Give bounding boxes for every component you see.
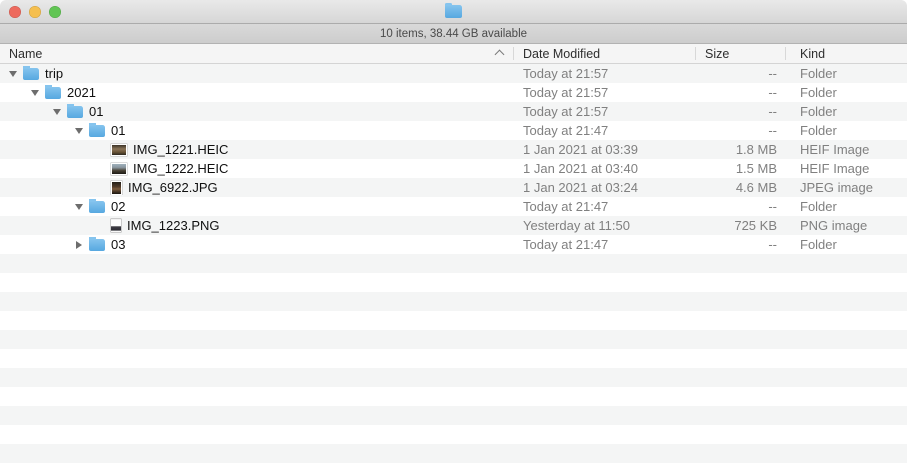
empty-row — [0, 311, 907, 330]
column-header-kind-label: Kind — [800, 47, 825, 61]
table-row[interactable]: 02 Today at 21:47 -- Folder — [0, 197, 907, 216]
empty-row — [0, 368, 907, 387]
file-name: trip — [45, 66, 63, 81]
date-modified: Today at 21:47 — [513, 123, 695, 138]
file-size: 1.5 MB — [695, 161, 785, 176]
empty-row — [0, 425, 907, 444]
file-name: 03 — [111, 237, 125, 252]
disclosure-triangle-expanded[interactable] — [3, 71, 23, 77]
folder-icon — [89, 201, 105, 213]
column-headers: Name Date Modified Size Kind — [0, 44, 907, 64]
table-row[interactable]: IMG_1221.HEIC 1 Jan 2021 at 03:39 1.8 MB… — [0, 140, 907, 159]
table-row[interactable]: IMG_6922.JPG 1 Jan 2021 at 03:24 4.6 MB … — [0, 178, 907, 197]
file-name: IMG_1221.HEIC — [133, 142, 228, 157]
window-title-area — [0, 0, 907, 23]
empty-row — [0, 273, 907, 292]
date-modified: Yesterday at 11:50 — [513, 218, 695, 233]
column-header-size[interactable]: Size — [695, 44, 785, 63]
date-modified: 1 Jan 2021 at 03:39 — [513, 142, 695, 157]
file-name: 02 — [111, 199, 125, 214]
table-row[interactable]: IMG_1223.PNG Yesterday at 11:50 725 KB P… — [0, 216, 907, 235]
folder-icon — [67, 106, 83, 118]
file-name: 2021 — [67, 85, 96, 100]
empty-row — [0, 387, 907, 406]
file-kind: Folder — [785, 66, 907, 81]
file-name: IMG_1223.PNG — [127, 218, 220, 233]
file-kind: Folder — [785, 199, 907, 214]
photo-thumbnail-icon — [111, 163, 127, 175]
empty-row — [0, 349, 907, 368]
table-row[interactable]: trip Today at 21:57 -- Folder — [0, 64, 907, 83]
table-row[interactable]: 03 Today at 21:47 -- Folder — [0, 235, 907, 254]
status-text: 10 items, 38.44 GB available — [380, 28, 527, 40]
file-name: IMG_6922.JPG — [128, 180, 218, 195]
folder-proxy-icon[interactable] — [445, 5, 462, 18]
folder-icon — [23, 68, 39, 80]
file-kind: HEIF Image — [785, 142, 907, 157]
file-kind: Folder — [785, 104, 907, 119]
file-kind: HEIF Image — [785, 161, 907, 176]
file-kind: Folder — [785, 237, 907, 252]
disclosure-triangle-collapsed[interactable] — [69, 241, 89, 249]
date-modified: Today at 21:47 — [513, 199, 695, 214]
file-size: -- — [695, 199, 785, 214]
date-modified: Today at 21:47 — [513, 237, 695, 252]
folder-icon — [45, 87, 61, 99]
date-modified: 1 Jan 2021 at 03:40 — [513, 161, 695, 176]
column-header-name-label: Name — [9, 47, 42, 61]
folder-icon — [89, 125, 105, 137]
column-header-date-modified[interactable]: Date Modified — [513, 44, 695, 63]
column-header-date-label: Date Modified — [523, 47, 600, 61]
file-size: 4.6 MB — [695, 180, 785, 195]
file-size: -- — [695, 237, 785, 252]
column-header-name[interactable]: Name — [0, 44, 513, 63]
finder-window: 10 items, 38.44 GB available Name Date M… — [0, 0, 907, 470]
file-kind: PNG image — [785, 218, 907, 233]
status-bar: 10 items, 38.44 GB available — [0, 24, 907, 44]
table-row[interactable]: 01 Today at 21:47 -- Folder — [0, 121, 907, 140]
date-modified: 1 Jan 2021 at 03:24 — [513, 180, 695, 195]
table-row[interactable]: IMG_1222.HEIC 1 Jan 2021 at 03:40 1.5 MB… — [0, 159, 907, 178]
folder-icon — [89, 239, 105, 251]
disclosure-triangle-expanded[interactable] — [69, 128, 89, 134]
empty-row — [0, 254, 907, 273]
file-size: -- — [695, 85, 785, 100]
empty-row — [0, 406, 907, 425]
file-kind: Folder — [785, 85, 907, 100]
file-name: 01 — [89, 104, 103, 119]
disclosure-triangle-expanded[interactable] — [47, 109, 67, 115]
file-size: 1.8 MB — [695, 142, 785, 157]
file-name: 01 — [111, 123, 125, 138]
file-size: -- — [695, 104, 785, 119]
file-size: 725 KB — [695, 218, 785, 233]
date-modified: Today at 21:57 — [513, 66, 695, 81]
empty-row — [0, 330, 907, 349]
date-modified: Today at 21:57 — [513, 85, 695, 100]
titlebar[interactable] — [0, 0, 907, 24]
file-list: trip Today at 21:57 -- Folder 2021 Today… — [0, 64, 907, 463]
table-row[interactable]: 01 Today at 21:57 -- Folder — [0, 102, 907, 121]
screenshot-thumbnail-icon — [111, 219, 121, 232]
sort-ascending-icon — [495, 50, 505, 60]
empty-row — [0, 444, 907, 463]
disclosure-triangle-expanded[interactable] — [25, 90, 45, 96]
column-header-kind[interactable]: Kind — [785, 44, 907, 63]
file-name: IMG_1222.HEIC — [133, 161, 228, 176]
file-size: -- — [695, 66, 785, 81]
file-size: -- — [695, 123, 785, 138]
column-header-size-label: Size — [705, 47, 729, 61]
photo-thumbnail-icon — [111, 144, 127, 156]
photo-thumbnail-icon — [111, 181, 122, 195]
empty-row — [0, 292, 907, 311]
file-kind: JPEG image — [785, 180, 907, 195]
disclosure-triangle-expanded[interactable] — [69, 204, 89, 210]
file-kind: Folder — [785, 123, 907, 138]
date-modified: Today at 21:57 — [513, 104, 695, 119]
table-row[interactable]: 2021 Today at 21:57 -- Folder — [0, 83, 907, 102]
